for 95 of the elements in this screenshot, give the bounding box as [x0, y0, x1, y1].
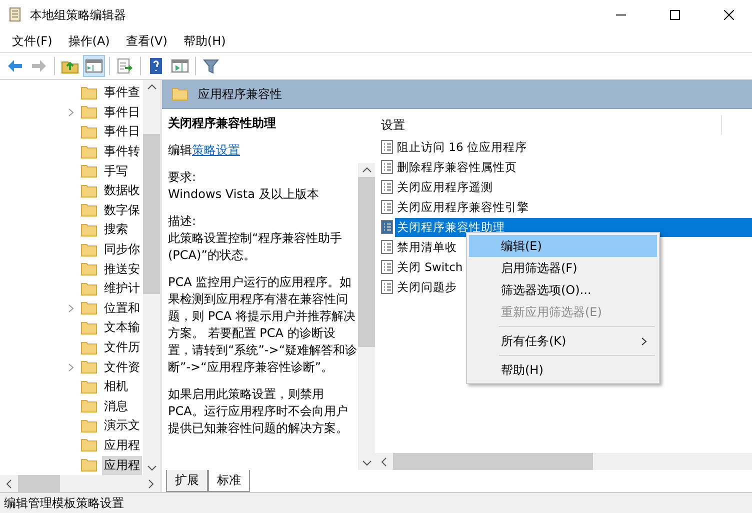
tree-item[interactable]: 应用程 [102, 436, 142, 455]
menu-item[interactable]: 操作(A) [60, 32, 118, 50]
menu-item[interactable]: 文件(F) [4, 32, 60, 50]
folder-icon [81, 360, 97, 374]
view-tab[interactable]: 标准 [208, 470, 250, 492]
tree-item[interactable]: 应用程 [102, 456, 142, 475]
folder-icon [81, 222, 97, 237]
maximize-icon [670, 10, 680, 20]
folder-icon [172, 87, 188, 101]
folder-icon [81, 301, 97, 316]
vertical-scrollbar[interactable] [358, 163, 375, 470]
tree-item[interactable]: 事件转 [102, 142, 142, 162]
policy-title: 关闭程序兼容性助理 [168, 115, 277, 132]
context-menu-item[interactable]: 启用筛选器(F) [469, 257, 657, 279]
policy-icon [381, 200, 393, 214]
close-icon [724, 10, 734, 20]
policy-settings-link[interactable]: 策略设置 [192, 143, 240, 157]
policy-icon [381, 280, 393, 294]
tree-item[interactable]: 位置和 [102, 298, 142, 318]
column-header[interactable]: 设置 [375, 115, 722, 135]
policy-row[interactable]: 关闭应用程序兼容性引擎 [395, 198, 752, 216]
context-menu-item[interactable]: 帮助(H) [469, 359, 657, 381]
tree-item[interactable]: 数据收 [102, 181, 142, 200]
filter-icon [202, 57, 220, 75]
help-icon [147, 57, 165, 75]
folder-icon [81, 399, 97, 414]
tree-item[interactable]: 手写 [102, 162, 130, 181]
folder-icon [81, 458, 97, 472]
expand-chevron-icon[interactable] [68, 108, 74, 117]
tree-item[interactable]: 推送安 [102, 260, 142, 279]
tree-item[interactable]: 维护计 [102, 279, 142, 298]
vertical-scrollbar[interactable] [143, 80, 160, 475]
tree-item[interactable]: 演示文 [102, 416, 142, 436]
context-menu-item[interactable]: 所有任务(K) [469, 330, 657, 352]
edit-label: 编辑 [168, 143, 192, 157]
folder-icon [81, 340, 97, 355]
policy-icon [381, 140, 393, 154]
folder-icon [81, 105, 97, 120]
requirements-text: Windows Vista 及以上版本 [168, 186, 320, 203]
folder-icon [81, 184, 97, 198]
folder-icon [81, 282, 97, 296]
scroll-document-icon [8, 7, 22, 23]
requirements-label: 要求: [168, 169, 198, 186]
policy-icon [381, 160, 393, 174]
folder-icon [81, 242, 97, 257]
view-tab[interactable]: 扩展 [166, 470, 208, 492]
policy-icon [381, 220, 393, 234]
tree-item[interactable]: 事件查 [102, 83, 142, 102]
folder-icon [81, 86, 97, 100]
policy-row[interactable]: 删除程序兼容性属性页 [395, 158, 752, 176]
context-menu-item[interactable]: 编辑(E) [469, 235, 657, 257]
forward-arrow-icon [30, 57, 48, 75]
description-paragraph: 此策略设置控制“程序兼容性助手 (PCA)”的状态。 [168, 230, 344, 264]
expand-chevron-icon[interactable] [68, 304, 74, 313]
tree-item[interactable]: 文本输 [102, 318, 142, 338]
horizontal-scrollbar[interactable] [0, 475, 160, 492]
tree-item[interactable]: 消息 [102, 396, 130, 416]
window-title: 本地组策略编辑器 [30, 6, 127, 24]
pane-toggle-icon [85, 57, 103, 75]
submenu-chevron-icon [641, 336, 647, 346]
folder-icon [81, 203, 97, 218]
folder-icon [81, 144, 97, 159]
description-label: 描述: [168, 213, 198, 230]
context-menu-item[interactable]: 筛选器选项(O)... [469, 279, 657, 301]
description-paragraph: 如果启用此策略设置，则禁用 PCA。运行应用程序时不会向用户提供已知兼容性问题的解决方案。 [168, 386, 349, 437]
tree-item[interactable]: 同步你 [102, 240, 142, 260]
policy-icon [381, 260, 393, 274]
expand-chevron-icon[interactable] [68, 362, 74, 372]
folder-icon [81, 438, 97, 452]
policy-row[interactable]: 阻止访问 16 位应用程序 [395, 138, 752, 156]
export-list-icon [116, 57, 134, 75]
policy-icon [381, 240, 393, 254]
toolbar-button[interactable] [83, 55, 105, 77]
folder-icon [81, 320, 97, 335]
status-text: 编辑管理模板策略设置 [4, 494, 124, 512]
menu-item[interactable]: 查看(V) [118, 32, 176, 50]
folder-icon [81, 418, 97, 433]
tree-item[interactable]: 搜索 [102, 220, 130, 240]
tree-item[interactable]: 文件历 [102, 338, 142, 358]
tree-item[interactable]: 数字保 [102, 200, 142, 220]
pane-toggle-icon [171, 57, 189, 75]
section-title: 应用程序兼容性 [198, 86, 282, 102]
tree-item[interactable]: 事件日 [102, 122, 142, 142]
tree-item[interactable]: 事件日 [102, 102, 142, 122]
description-paragraph: PCA 监控用户运行的应用程序。如果检测到应用程序有潜在兼容性问题，则 PCA 将提示用户并推荐解决方案。 若要配置 PCA 的诊断设置，请转到“系统”->“疑难解答和诊断”->“应用程序兼容性诊断”。 [168, 274, 358, 376]
folder-icon [81, 124, 97, 139]
horizontal-scrollbar[interactable] [375, 453, 752, 470]
tree-item[interactable]: 文件资 [102, 358, 142, 377]
folder-icon [81, 262, 97, 276]
folder-icon [81, 164, 97, 178]
folder-icon [81, 380, 97, 394]
menu-item[interactable]: 帮助(H) [175, 32, 234, 50]
policy-row[interactable]: 关闭应用程序遥测 [395, 178, 752, 196]
tree-item[interactable]: 相机 [102, 377, 130, 396]
policy-icon [381, 180, 393, 194]
